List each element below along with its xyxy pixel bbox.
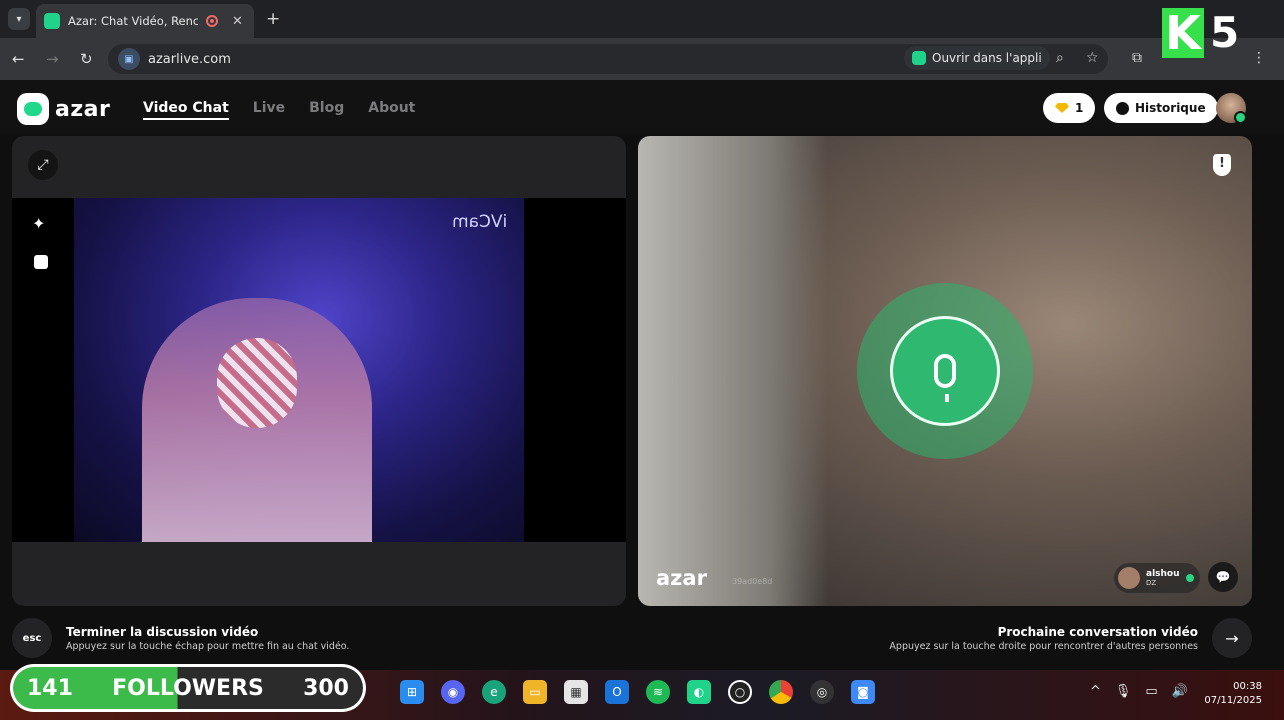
k5-logo-k: K	[1162, 8, 1204, 58]
end-chat-hint: Appuyez sur la touche échap pour mettre …	[66, 641, 350, 652]
peer-name: alshou	[1146, 569, 1180, 579]
followers-label: FOLLOWERS	[112, 675, 264, 701]
windows-start-icon[interactable]: ⊞	[400, 680, 424, 704]
file-explorer-icon[interactable]: ▭	[523, 680, 547, 704]
partner-video-panel: ! azar 39ad0e8d alshou DZ 💬	[638, 136, 1252, 606]
peer-info-chip[interactable]: alshou DZ	[1114, 563, 1200, 593]
discord-icon[interactable]: ◉	[441, 680, 465, 704]
recording-icon	[206, 15, 218, 27]
chat-bubble-button[interactable]: 💬	[1208, 562, 1238, 592]
next-arrow-button[interactable]: →	[1212, 618, 1252, 658]
expand-icon[interactable]: ⤢	[28, 150, 58, 180]
k5-logo: K 5	[1162, 8, 1252, 60]
tray-chevron-icon[interactable]: ^	[1090, 684, 1101, 699]
followers-goal: 300	[303, 675, 349, 701]
k5-logo-five: 5	[1210, 8, 1240, 57]
partner-azar-logo: azar	[656, 566, 707, 590]
peer-online-dot	[1185, 574, 1194, 582]
followers-current: 141	[27, 675, 73, 701]
obs-icon[interactable]: ◎	[810, 680, 834, 704]
self-camera-feed: iVCam ✦	[12, 198, 626, 542]
azar-logo-text: azar	[55, 96, 111, 122]
open-in-app-label: Ouvrir dans l'appli	[932, 51, 1042, 65]
followers-progress: 141 FOLLOWERS 300	[13, 667, 363, 709]
azar-logo[interactable]: azar	[17, 93, 110, 125]
azar-favicon-icon	[44, 13, 60, 29]
report-shield-icon[interactable]: !	[1213, 154, 1231, 176]
search-app-icon[interactable]: ○	[728, 680, 752, 704]
tray-volume-icon[interactable]: 🔊	[1172, 684, 1188, 699]
bookmark-star-icon[interactable]: ☆	[1086, 50, 1099, 66]
effects-sparkle-icon[interactable]: ✦	[32, 214, 45, 233]
system-tray: ^ 🎙 ▭ 🔊	[1090, 684, 1188, 699]
tray-network-icon[interactable]: ▭	[1145, 684, 1157, 699]
azar-logo-icon	[17, 93, 49, 125]
main-nav: Video Chat Live Blog About	[143, 100, 415, 120]
microphone-icon	[934, 354, 956, 402]
app-header: azar Video Chat Live Blog About 1 Histor…	[0, 80, 1284, 134]
forward-arrow-icon[interactable]: →	[46, 50, 59, 68]
next-chat-title: Prochaine conversation vidéo	[997, 625, 1198, 639]
self-person-headscarf	[217, 338, 297, 428]
store-icon[interactable]: ▦	[564, 680, 588, 704]
nav-live[interactable]: Live	[253, 100, 285, 120]
tray-mic-icon[interactable]: 🎙	[1115, 684, 1132, 699]
azar-app-icon	[912, 51, 926, 65]
back-arrow-icon[interactable]: ←	[12, 50, 25, 68]
browser-tab-bar: ▾ Azar: Chat Vidéo, Rencontre ✕ +	[0, 0, 1284, 38]
tab-search-button[interactable]: ▾	[8, 8, 30, 30]
gem-count: 1	[1075, 101, 1084, 115]
site-info-icon[interactable]: ▣	[118, 48, 140, 70]
next-chat-hint: Appuyez sur la touche droite pour rencon…	[889, 641, 1198, 652]
history-label: Historique	[1135, 101, 1206, 115]
url-text: azarlive.com	[148, 51, 231, 67]
zoom-search-icon[interactable]: ⌕	[1056, 50, 1064, 66]
ivcam-watermark: iVCam	[452, 212, 508, 232]
spotify-icon[interactable]: ≋	[646, 680, 670, 704]
end-chat-title: Terminer la discussion vidéo	[66, 625, 259, 639]
outlook-icon[interactable]: O	[605, 680, 629, 704]
browser-tab[interactable]: Azar: Chat Vidéo, Rencontre ✕	[36, 4, 254, 38]
taskbar-clock[interactable]: 00:38 07/11/2025	[1200, 680, 1262, 708]
followers-goal-bar: 141 FOLLOWERS 300	[10, 664, 366, 712]
extensions-icon[interactable]: ⧉	[1132, 50, 1142, 66]
self-video-panel: ⤢ iVCam ✦	[12, 136, 626, 606]
peer-country: DZ	[1146, 579, 1157, 587]
webcam-app-icon[interactable]: ◙	[851, 680, 875, 704]
edge-icon[interactable]: e	[482, 680, 506, 704]
clock-icon	[1116, 101, 1129, 115]
open-in-app-button[interactable]: Ouvrir dans l'appli	[904, 46, 1050, 70]
chrome-icon[interactable]	[769, 680, 793, 704]
partner-video-blur	[638, 136, 828, 606]
face-filter-icon[interactable]	[34, 255, 48, 269]
browser-toolbar: ← → ↻ ▣ azarlive.com Ouvrir dans l'appli…	[0, 38, 1284, 80]
tab-close-button[interactable]: ✕	[232, 14, 243, 29]
azar-taskbar-icon[interactable]: ◐	[687, 680, 711, 704]
nav-video-chat[interactable]: Video Chat	[143, 100, 229, 120]
nav-blog[interactable]: Blog	[309, 100, 344, 120]
gems-button[interactable]: 1	[1043, 93, 1096, 123]
menu-dots-icon[interactable]: ⋮	[1252, 50, 1266, 66]
session-id: 39ad0e8d	[732, 577, 773, 586]
gem-icon	[1055, 103, 1069, 113]
new-tab-button[interactable]: +	[266, 9, 280, 29]
peer-avatar	[1118, 567, 1140, 589]
nav-about[interactable]: About	[368, 100, 415, 120]
microphone-button[interactable]	[890, 316, 1000, 426]
clock-date: 07/11/2025	[1204, 695, 1262, 706]
esc-button[interactable]: esc	[12, 618, 52, 658]
history-button[interactable]: Historique	[1104, 93, 1218, 123]
clock-time: 00:38	[1233, 681, 1262, 692]
reload-icon[interactable]: ↻	[80, 50, 93, 68]
taskbar-apps: ⊞ ◉ e ▭ ▦ O ≋ ◐ ○ ◎ ◙	[400, 680, 875, 704]
user-avatar[interactable]	[1216, 93, 1247, 124]
tab-title: Azar: Chat Vidéo, Rencontre	[68, 14, 198, 28]
